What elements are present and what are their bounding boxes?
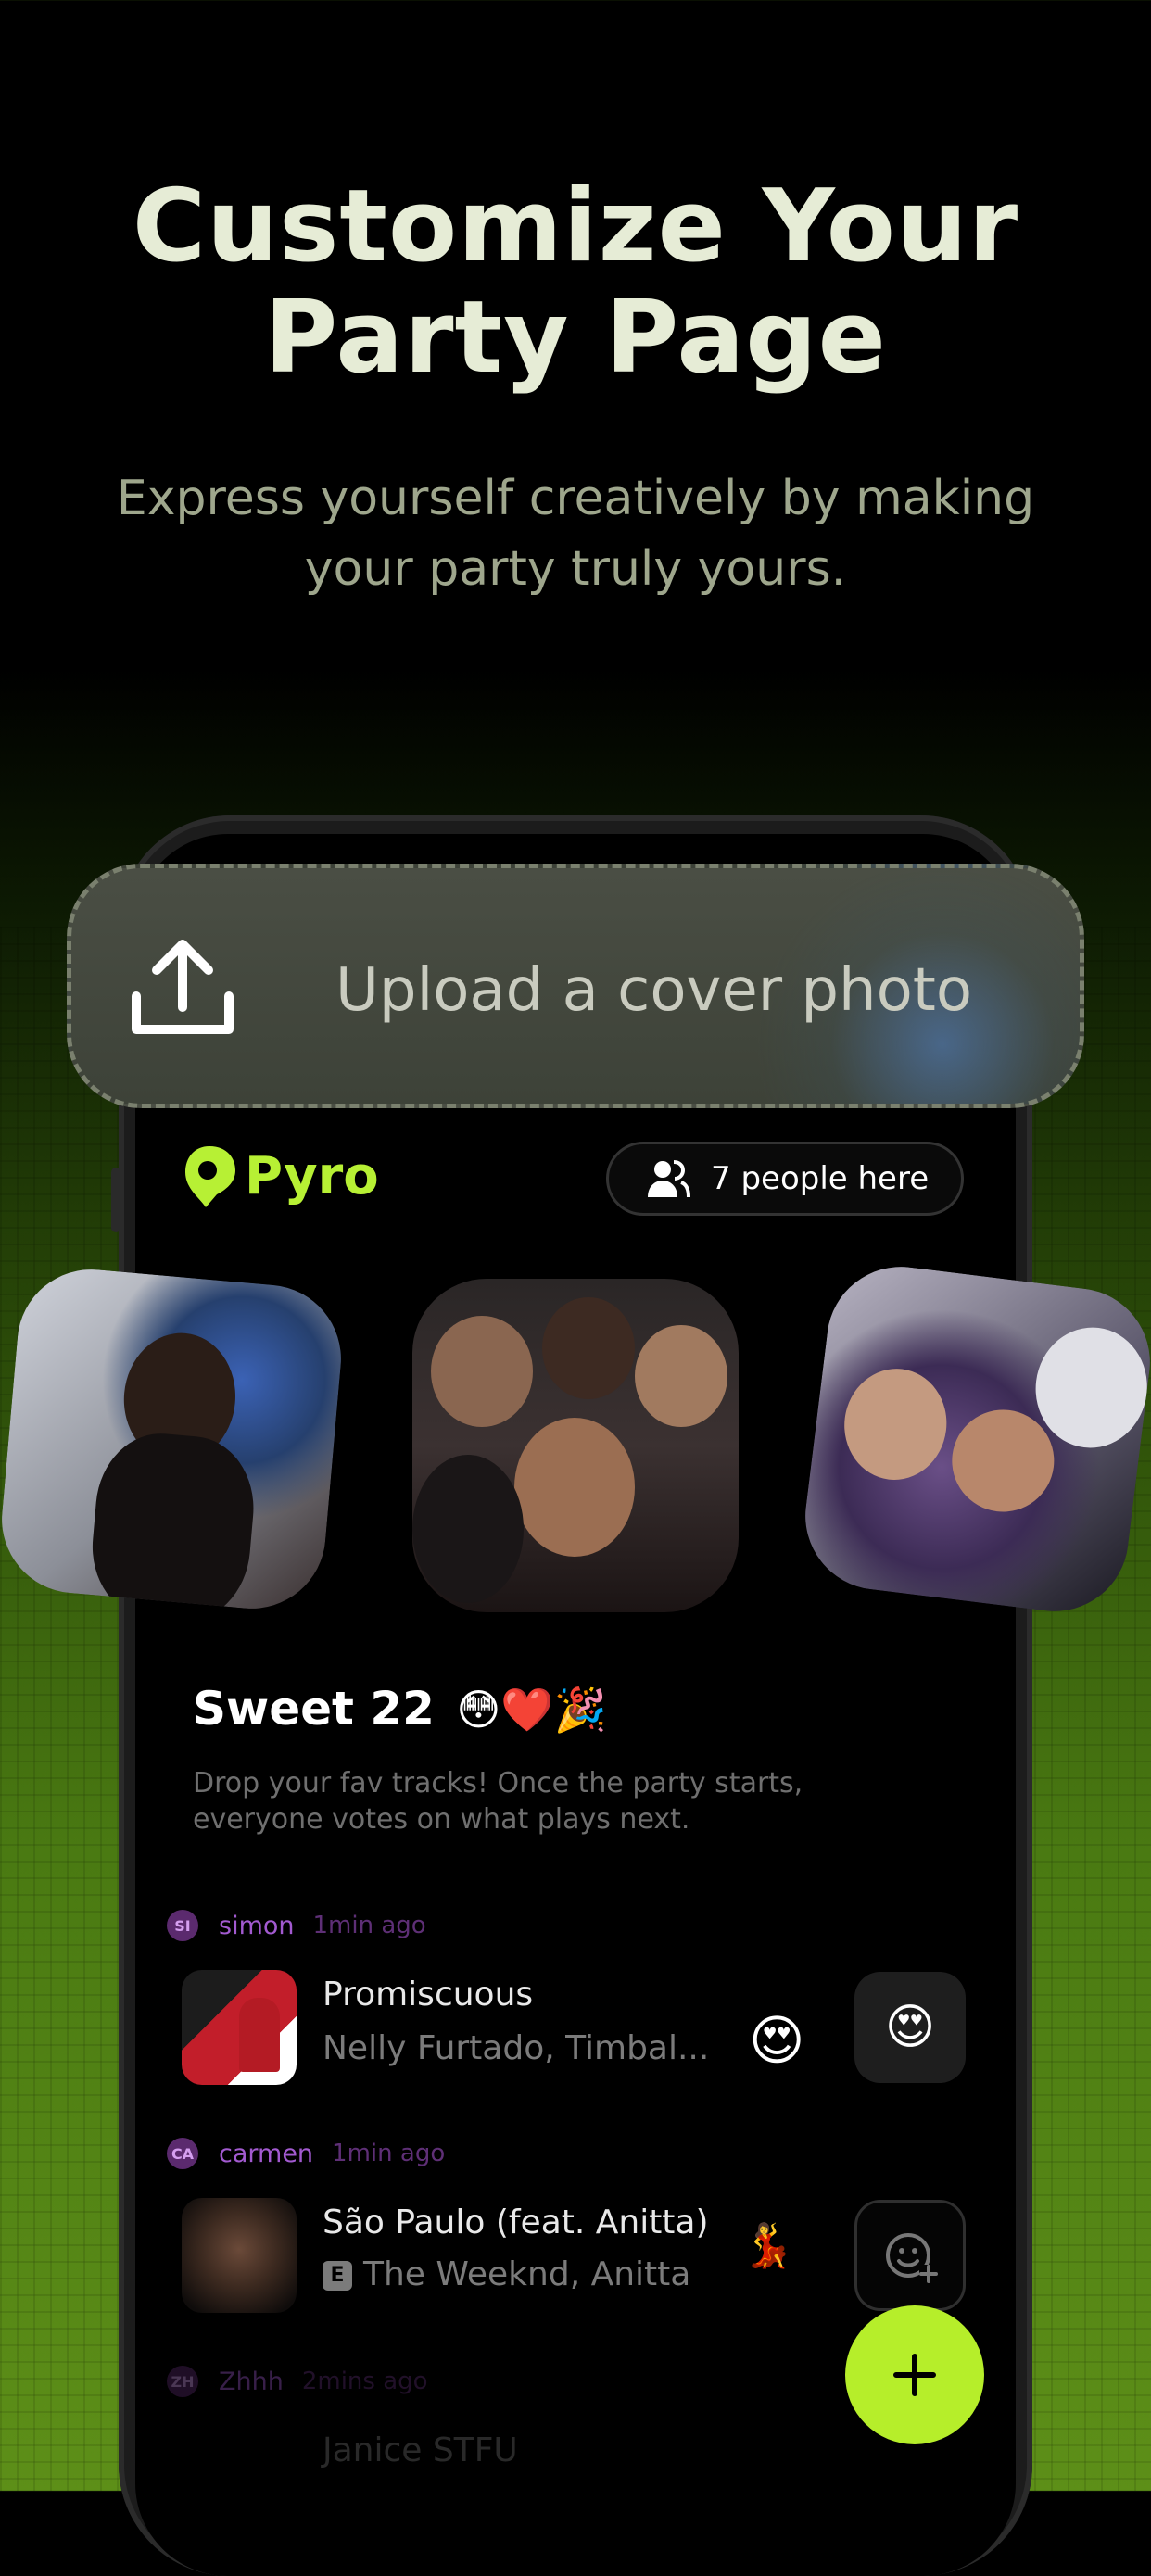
party-title-text: Sweet 22 bbox=[193, 1682, 435, 1736]
plus-icon bbox=[893, 2354, 936, 2396]
add-reaction-button[interactable] bbox=[854, 2200, 966, 2311]
photo-subject bbox=[86, 1428, 260, 1615]
hero-subtitle: Express yourself creatively by making yo… bbox=[56, 463, 1095, 604]
photo-subject bbox=[412, 1455, 524, 1603]
people-icon bbox=[648, 1160, 690, 1198]
avatar: SI bbox=[167, 1910, 198, 1941]
photo-subject bbox=[431, 1316, 533, 1427]
hero-title: Customize Your Party Page bbox=[0, 171, 1151, 394]
party-photo-3[interactable] bbox=[796, 1257, 1151, 1621]
photo-subject bbox=[635, 1325, 727, 1427]
song-title: Promiscuous bbox=[323, 1976, 534, 2014]
song-reaction: 😍 bbox=[749, 2009, 805, 2072]
hero-title-line2: Party Page bbox=[264, 280, 887, 396]
song-added-time: 1min ago bbox=[332, 2140, 446, 2167]
album-art-detail bbox=[239, 1998, 280, 2072]
pyro-logo: Pyro bbox=[182, 1142, 379, 1210]
upload-cover-button[interactable]: Upload a cover photo bbox=[67, 864, 1084, 1108]
phone-side-button bbox=[111, 1168, 120, 1232]
avatar: CA bbox=[167, 2138, 198, 2169]
party-title-emojis: 😳❤️🎉 bbox=[456, 1685, 607, 1735]
avatar: ZH bbox=[167, 2366, 198, 2397]
song-artist: E The Weeknd, Anitta bbox=[323, 2255, 690, 2293]
upload-label: Upload a cover photo bbox=[335, 956, 972, 1025]
people-count-label: 7 people here bbox=[711, 1160, 930, 1197]
song-added-by: Zhhh bbox=[219, 2367, 284, 2396]
add-song-button[interactable] bbox=[845, 2305, 984, 2444]
photo-subject bbox=[514, 1418, 635, 1557]
flame-icon bbox=[185, 1146, 235, 1207]
hero-subtitle-line1: Express yourself creatively by making bbox=[116, 471, 1035, 526]
photo-subject bbox=[946, 1404, 1060, 1518]
song-added-by: simon bbox=[219, 1911, 295, 1940]
song-artist-text: The Weeknd, Anitta bbox=[363, 2255, 691, 2293]
photo-subject bbox=[542, 1297, 635, 1399]
react-button-emoji: 😍 bbox=[884, 2000, 936, 2055]
song-added-time: 2mins ago bbox=[301, 2368, 428, 2395]
party-description: Drop your fav tracks! Once the party sta… bbox=[193, 1767, 803, 1836]
react-button[interactable]: 😍 bbox=[854, 1972, 966, 2083]
logo-text: Pyro bbox=[245, 1145, 379, 1206]
song-meta: SI simon 1min ago bbox=[167, 1909, 426, 1942]
hero-subtitle-line2: your party truly yours. bbox=[304, 541, 847, 597]
upload-icon bbox=[132, 940, 234, 1034]
song-artist: Nelly Furtado, Timbal... bbox=[323, 2029, 710, 2067]
photo-subject bbox=[838, 1362, 954, 1486]
song-added-time: 1min ago bbox=[312, 1912, 426, 1939]
people-here-button[interactable]: 7 people here bbox=[606, 1142, 964, 1216]
explicit-badge: E bbox=[323, 2261, 352, 2291]
song-title: São Paulo (feat. Anitta) bbox=[323, 2203, 709, 2241]
song-title: Janice STFU bbox=[323, 2431, 518, 2469]
song-meta: CA carmen 1min ago bbox=[167, 2137, 445, 2170]
hero-title-line1: Customize Your bbox=[132, 169, 1019, 284]
song-added-by: carmen bbox=[219, 2139, 314, 2168]
party-photo-1[interactable] bbox=[0, 1263, 348, 1615]
album-art[interactable] bbox=[182, 2198, 297, 2313]
party-title: Sweet 22 😳❤️🎉 bbox=[193, 1682, 607, 1736]
party-photo-2[interactable] bbox=[412, 1279, 739, 1612]
song-meta: ZH Zhhh 2mins ago bbox=[167, 2365, 428, 2398]
album-art[interactable] bbox=[182, 1970, 297, 2085]
add-reaction-icon bbox=[886, 2233, 938, 2283]
song-reaction: 💃 bbox=[741, 2220, 795, 2270]
